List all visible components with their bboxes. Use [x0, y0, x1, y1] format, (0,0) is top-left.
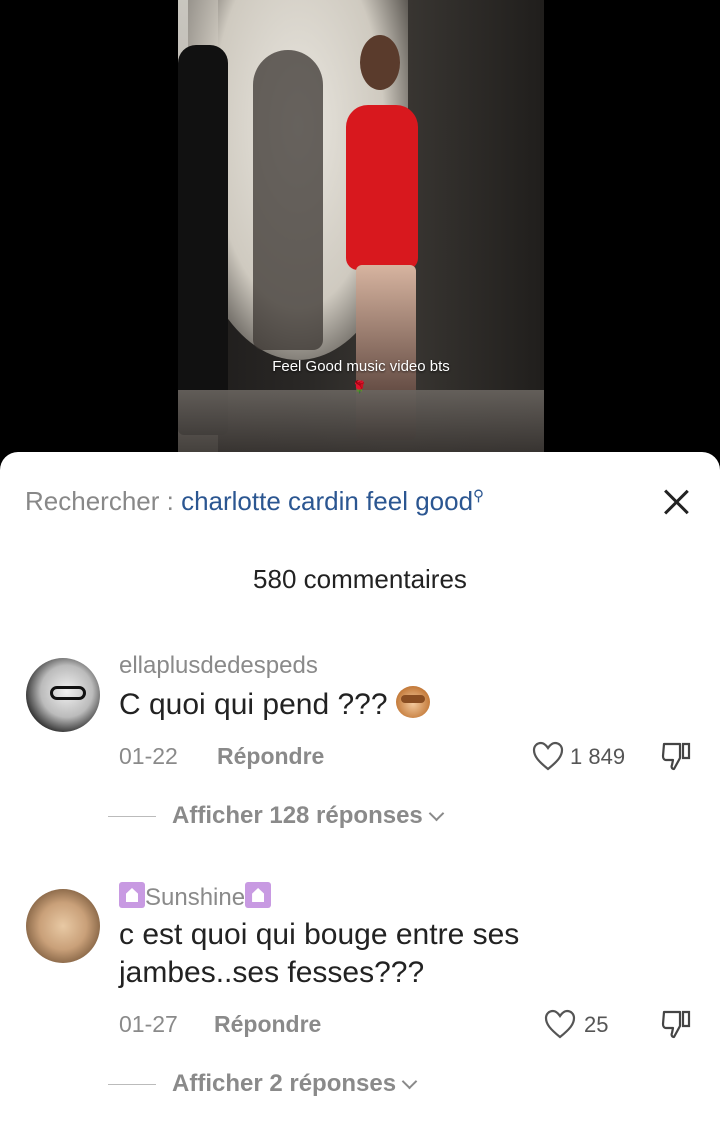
chevron-down-icon	[428, 805, 445, 822]
comment-date: 01-27	[119, 1011, 178, 1037]
show-replies-button[interactable]: Afficher 2 réponses	[108, 1070, 418, 1098]
replies-divider	[108, 815, 156, 818]
search-prefix: Rechercher :	[25, 486, 182, 516]
comments-count: 580 commentaires	[253, 564, 467, 594]
search-suggestion[interactable]: Rechercher : charlotte cardin feel good⚲	[25, 486, 484, 517]
video-player[interactable]: Feel Good music video bts 🌹	[0, 0, 720, 470]
comment-username-text: Sunshine	[145, 884, 246, 911]
heart-icon[interactable]	[532, 741, 564, 771]
video-dancer-man	[178, 45, 228, 435]
show-replies-button[interactable]: Afficher 128 réponses	[108, 802, 445, 830]
reply-button[interactable]: Répondre	[214, 1011, 321, 1038]
like-count: 1 849	[570, 744, 626, 769]
avatar[interactable]	[26, 658, 100, 732]
video-caption: Feel Good music video bts	[272, 358, 450, 375]
chevron-down-icon	[401, 1073, 418, 1090]
avatar-glasses	[50, 686, 86, 700]
avatar[interactable]	[26, 889, 100, 963]
comments-sheet: Rechercher : charlotte cardin feel good⚲…	[0, 452, 720, 1131]
comment-username[interactable]: ellaplusdedespeds	[119, 652, 318, 680]
comment-text: c est quoi qui bouge entre ses jambes..s…	[119, 918, 520, 989]
search-icon: ⚲	[473, 487, 485, 505]
video-floor	[178, 390, 544, 452]
comment-text-body: C quoi qui pend ???	[119, 688, 388, 721]
show-replies-label: Afficher 2 réponses	[172, 1070, 397, 1097]
comment-username[interactable]: Sunshine	[119, 882, 272, 912]
video-shadow	[253, 50, 323, 350]
heart-icon[interactable]	[544, 1009, 576, 1039]
house-emoji-icon	[119, 882, 145, 908]
rose-emoji-icon: 🌹	[352, 380, 367, 394]
video-dancer-red-dress	[346, 105, 418, 270]
close-icon[interactable]	[656, 482, 696, 522]
replies-divider	[108, 1083, 156, 1086]
thumbs-down-icon[interactable]	[660, 1008, 692, 1040]
show-replies-label: Afficher 128 réponses	[172, 802, 423, 829]
reply-button[interactable]: Répondre	[217, 743, 324, 770]
comment-text: C quoi qui pend ???	[119, 686, 619, 724]
comment-date: 01-22	[119, 743, 178, 769]
see-no-evil-monkey-icon	[395, 686, 430, 718]
search-query[interactable]: charlotte cardin feel good	[181, 486, 473, 516]
video-dancer-head	[360, 35, 400, 90]
like-count: 25	[584, 1012, 609, 1037]
thumbs-down-icon[interactable]	[660, 740, 692, 772]
house-emoji-icon	[245, 882, 272, 908]
